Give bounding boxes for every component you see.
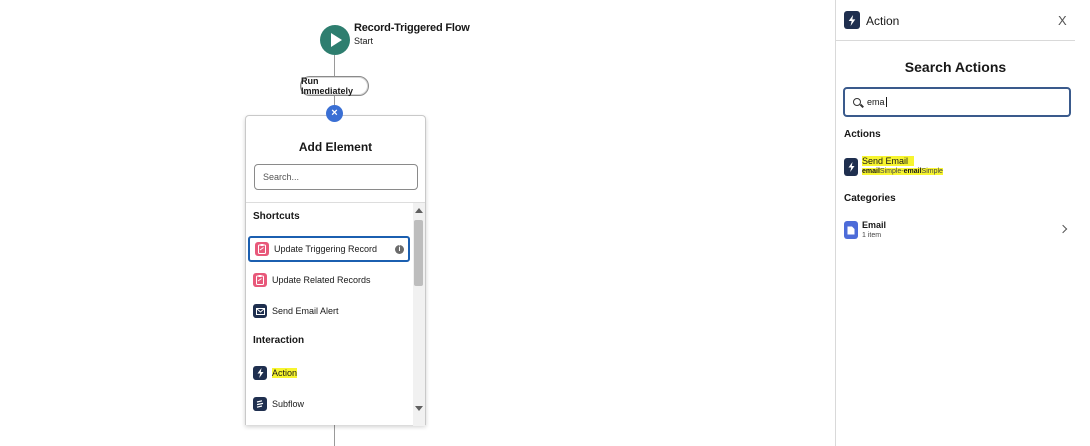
search-icon <box>853 98 861 106</box>
close-panel-icon[interactable]: X <box>1058 13 1067 28</box>
list-item-label: Send Email Alert <box>272 306 339 316</box>
update-record-icon <box>255 242 269 256</box>
category-folder-icon <box>844 221 858 239</box>
add-element-title: Add Element <box>298 140 373 154</box>
start-node-title: Record-Triggered Flow <box>354 22 470 34</box>
action-bolt-icon <box>844 158 858 176</box>
add-element-search-input[interactable]: Search... <box>254 164 418 190</box>
action-result-api-name: emailSimple-emailSimple <box>862 168 943 175</box>
list-item-label: Update Related Records <box>272 275 371 285</box>
list-item-label: Update Triggering Record <box>274 244 378 254</box>
text-caret <box>885 97 887 107</box>
list-item-label: Subflow <box>272 399 305 409</box>
connector-line <box>334 425 335 446</box>
flow-canvas: Record-Triggered Flow Start Run Immediat… <box>0 0 835 446</box>
section-interaction: Interaction <box>253 335 305 346</box>
list-item-action[interactable]: Action <box>248 360 410 386</box>
start-node[interactable] <box>320 25 350 55</box>
list-scrollbar[interactable] <box>413 203 425 426</box>
search-actions-input[interactable]: ema <box>843 87 1071 117</box>
scroll-up-icon[interactable] <box>415 208 423 213</box>
subflow-icon <box>253 397 267 411</box>
add-element-menu: Add Element Search... Shortcuts Update T… <box>245 115 426 426</box>
section-shortcuts: Shortcuts <box>253 211 300 222</box>
email-alert-icon <box>253 304 267 318</box>
action-panel: Action X Search Actions ema Actions Send… <box>835 0 1075 446</box>
action-bolt-icon <box>253 366 267 380</box>
list-item-label: Action <box>272 368 298 378</box>
search-actions-title: Search Actions <box>904 59 1007 75</box>
panel-title: Action <box>866 14 900 28</box>
update-records-icon <box>253 273 267 287</box>
add-element-list: Shortcuts Update Triggering Record i Upd… <box>246 203 413 426</box>
action-bolt-icon <box>844 11 860 29</box>
list-item-subflow[interactable]: Subflow <box>248 391 410 417</box>
list-item-send-email-alert[interactable]: Send Email Alert <box>248 298 410 324</box>
run-immediately-path[interactable]: Run Immediately <box>300 76 369 96</box>
search-actions-value: ema <box>867 97 885 107</box>
scroll-down-icon[interactable] <box>415 406 423 411</box>
close-add-element-icon[interactable]: × <box>326 105 343 122</box>
categories-heading: Categories <box>844 193 896 204</box>
play-icon <box>331 33 342 47</box>
action-result-title: Send Email <box>862 156 915 166</box>
connector-line <box>334 55 335 76</box>
category-result-title: Email <box>862 220 887 230</box>
chevron-right-icon[interactable] <box>1058 224 1068 234</box>
start-node-subtitle: Start <box>354 36 374 46</box>
panel-header: Action X <box>836 0 1075 41</box>
list-item-update-triggering-record[interactable]: Update Triggering Record i <box>248 236 410 262</box>
scrollbar-thumb[interactable] <box>414 220 423 286</box>
category-result-count: 1 item <box>862 232 882 239</box>
actions-heading: Actions <box>844 129 881 140</box>
info-icon[interactable]: i <box>395 244 404 254</box>
list-item-update-related-records[interactable]: Update Related Records <box>248 267 410 293</box>
